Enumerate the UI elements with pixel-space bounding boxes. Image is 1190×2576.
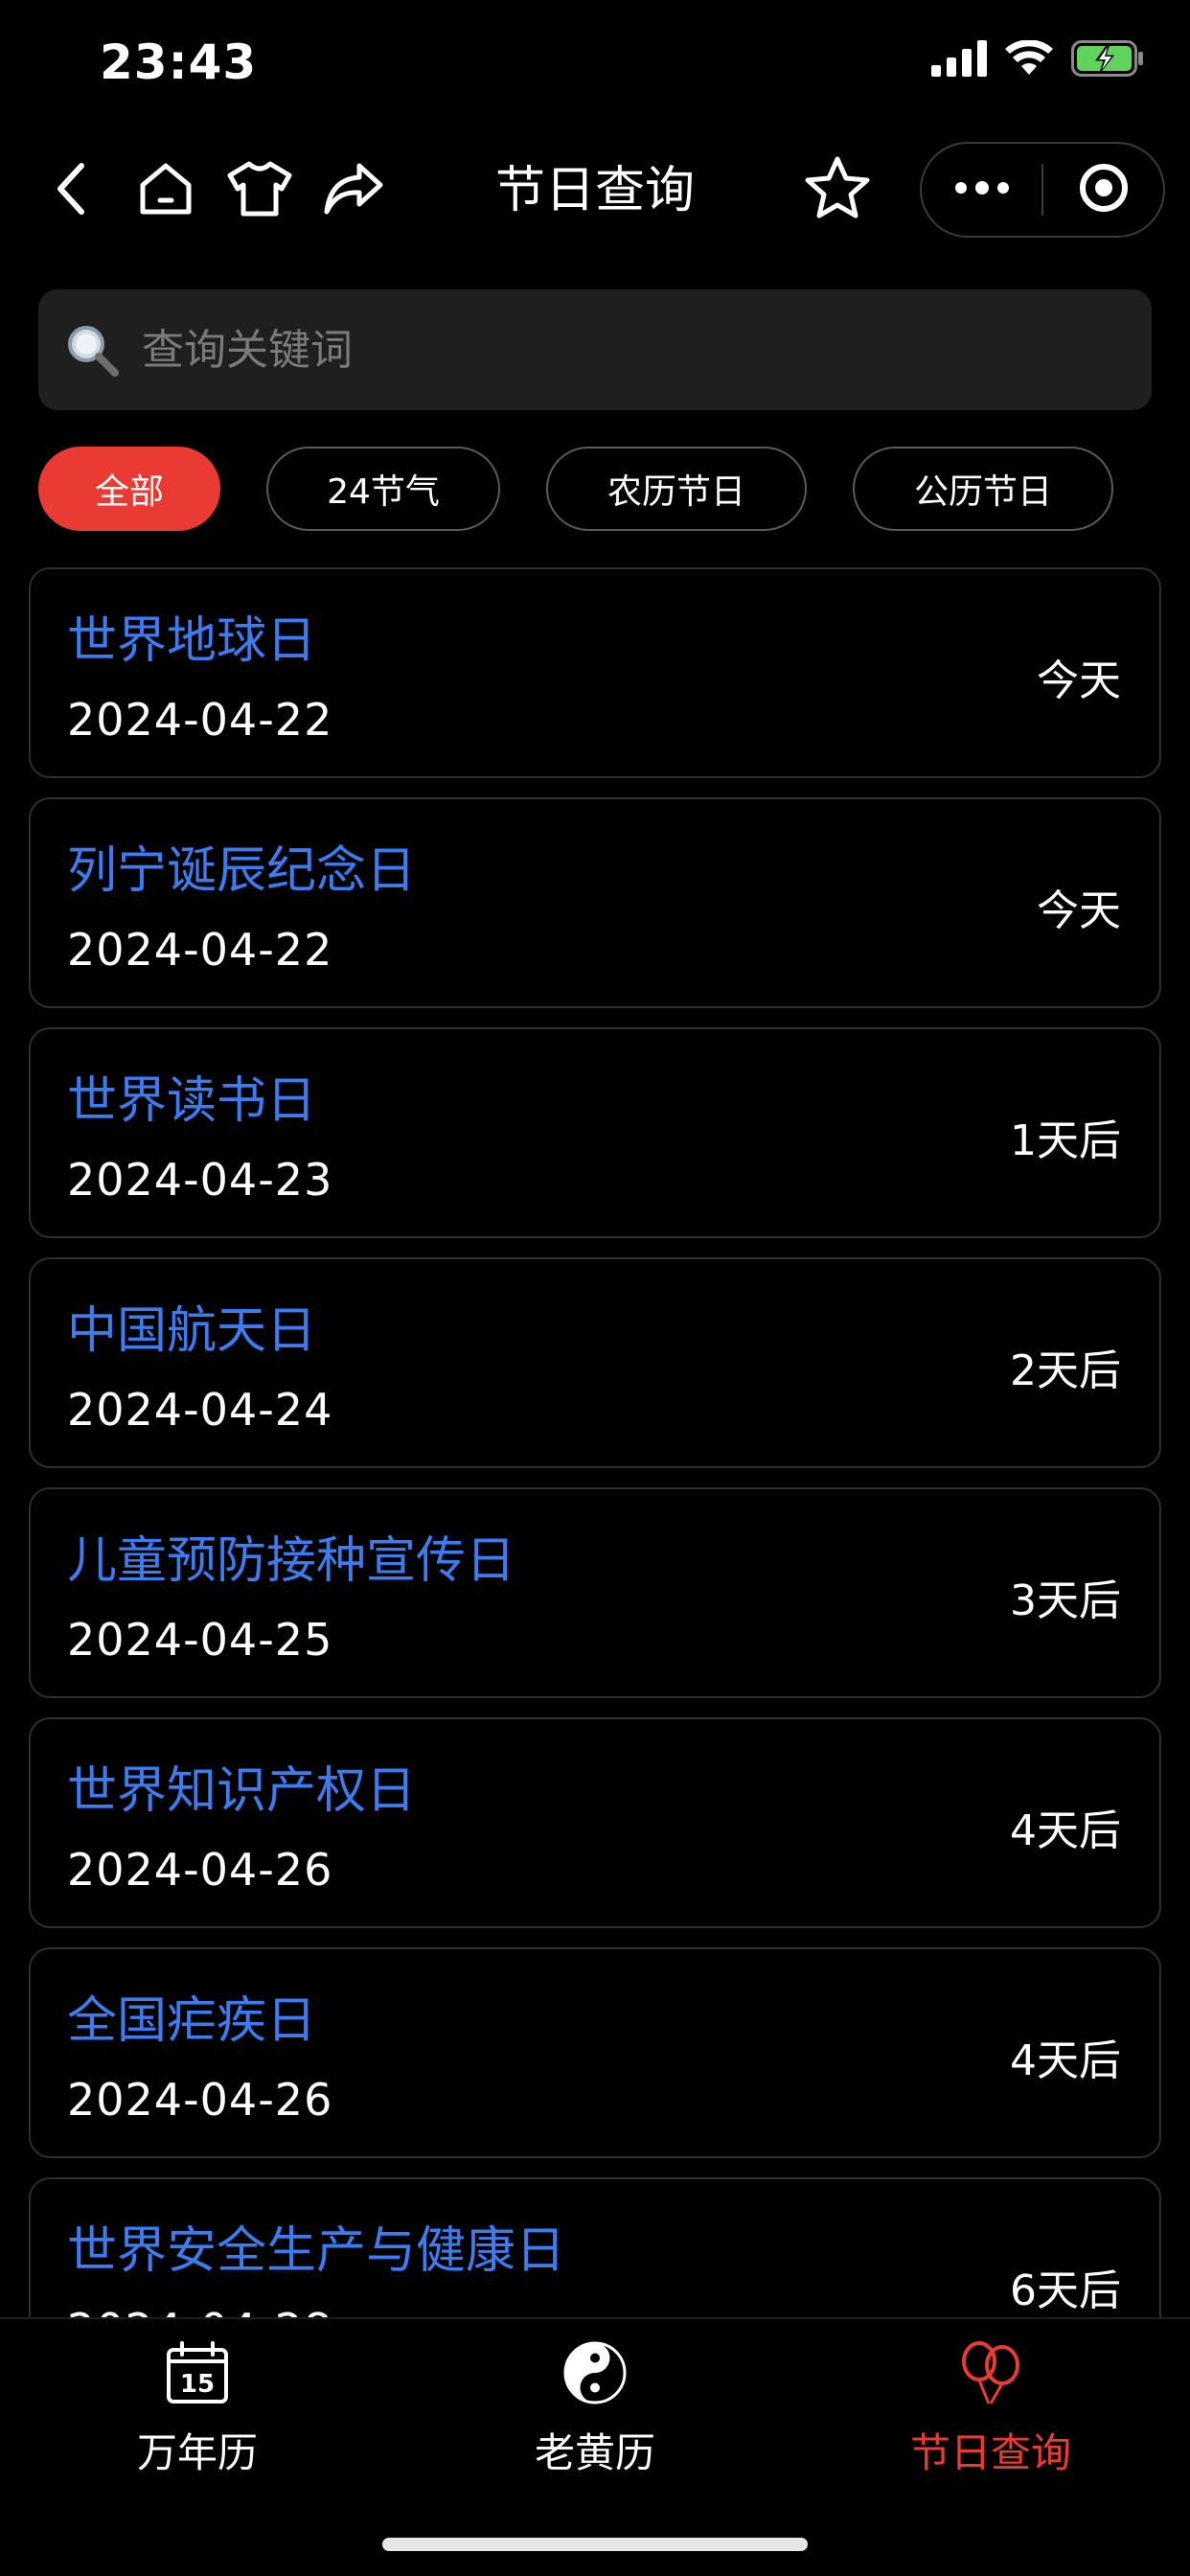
target-icon [1078, 162, 1130, 218]
festival-card[interactable]: 世界地球日 2024-04-22 今天 [29, 567, 1161, 778]
festival-countdown: 今天 [1037, 886, 1121, 935]
festival-name: 全国疟疾日 [67, 1992, 317, 2050]
filter-all-chip[interactable]: 全部 [38, 447, 220, 531]
filter-gregorian-festivals-chip[interactable]: 公历节日 [853, 447, 1113, 531]
festival-countdown: 6天后 [1010, 2266, 1121, 2315]
festival-countdown: 4天后 [1010, 2036, 1121, 2085]
share-icon [323, 162, 384, 219]
festival-card[interactable]: 世界读书日 2024-04-23 1天后 [29, 1027, 1161, 1238]
festival-name: 世界安全生产与健康日 [67, 2222, 566, 2280]
festival-countdown: 3天后 [1010, 1576, 1121, 1625]
battery-charging-icon [1071, 40, 1144, 80]
festival-date: 2024-04-26 [67, 1844, 333, 1896]
more-icon [953, 180, 1011, 199]
balloons-icon [956, 2338, 1025, 2407]
festival-date: 2024-04-22 [67, 924, 333, 976]
share-button[interactable] [307, 143, 400, 239]
status-time: 23:43 [100, 34, 258, 90]
festival-countdown: 1天后 [1010, 1116, 1121, 1165]
home-indicator [382, 2538, 808, 2551]
festival-date: 2024-04-28 [67, 2304, 332, 2317]
festival-date: 2024-04-24 [67, 1384, 333, 1436]
festival-countdown: 今天 [1037, 656, 1121, 705]
shirt-icon [226, 160, 293, 221]
festival-date: 2024-04-23 [67, 1154, 333, 1206]
tab-calendar-label: 万年历 [136, 2429, 258, 2476]
more-button[interactable] [922, 144, 1041, 236]
festival-countdown: 4天后 [1010, 1806, 1121, 1855]
calendar-day-number: 15 [180, 2370, 215, 2399]
festival-name: 列宁诞辰纪念日 [67, 842, 417, 900]
close-mini-program-button[interactable] [1043, 144, 1163, 236]
festival-date: 2024-04-22 [67, 694, 333, 746]
festival-card[interactable]: 儿童预防接种宣传日 2024-04-25 3天后 [29, 1487, 1161, 1698]
back-icon [53, 160, 91, 221]
wifi-icon [1004, 39, 1054, 80]
festival-card[interactable]: 中国航天日 2024-04-24 2天后 [29, 1257, 1161, 1468]
festival-card[interactable]: 世界安全生产与健康日 2024-04-28 6天后 [29, 2177, 1161, 2317]
tab-festival-query-label: 节日查询 [909, 2429, 1071, 2476]
festival-card[interactable]: 全国疟疾日 2024-04-26 4天后 [29, 1947, 1161, 2158]
shirt-button[interactable] [213, 143, 307, 239]
festival-name: 世界读书日 [67, 1072, 317, 1130]
calendar-icon: 15 [163, 2338, 232, 2407]
festival-name: 儿童预防接种宣传日 [67, 1532, 516, 1590]
festival-countdown: 2天后 [1010, 1346, 1121, 1395]
festival-list: 世界地球日 2024-04-22 今天 列宁诞辰纪念日 2024-04-22 今… [29, 567, 1161, 2317]
star-icon [804, 155, 871, 224]
tab-festival-query[interactable]: 节日查询 [885, 2338, 1096, 2492]
favorite-button[interactable] [791, 144, 883, 236]
festival-date: 2024-04-25 [67, 1614, 333, 1666]
festival-date: 2024-04-26 [67, 2074, 333, 2126]
festival-name: 中国航天日 [67, 1302, 317, 1360]
navigation-bar: 节日查询 [0, 142, 1190, 240]
home-button[interactable] [119, 143, 213, 239]
status-bar: 23:43 [0, 0, 1190, 125]
festival-name: 世界地球日 [67, 612, 317, 670]
search-icon [61, 319, 123, 380]
festival-card[interactable]: 列宁诞辰纪念日 2024-04-22 今天 [29, 797, 1161, 1008]
tab-almanac-label: 老黄历 [534, 2429, 655, 2476]
nav-left-group [25, 142, 400, 240]
tab-almanac[interactable]: 老黄历 [490, 2338, 700, 2492]
filter-lunar-festivals-chip[interactable]: 农历节日 [546, 447, 807, 531]
filter-solar-terms-chip[interactable]: 24节气 [266, 447, 500, 531]
festival-name: 世界知识产权日 [67, 1762, 417, 1820]
festival-query-page: 23:43 节日查询 查询关键词 全部 24节气 农历节日 公历节日 世界地球日… [0, 0, 1190, 2576]
home-icon [137, 160, 195, 221]
festival-card[interactable]: 世界知识产权日 2024-04-26 4天后 [29, 1717, 1161, 1928]
search-bar[interactable] [38, 289, 1152, 410]
tab-calendar[interactable]: 15 万年历 [92, 2338, 303, 2492]
search-input[interactable] [140, 324, 1102, 376]
cellular-signal-icon [931, 40, 987, 80]
yin-yang-icon [561, 2338, 629, 2407]
mini-program-capsule [920, 142, 1165, 238]
status-icons [931, 39, 1144, 80]
back-button[interactable] [25, 143, 119, 239]
